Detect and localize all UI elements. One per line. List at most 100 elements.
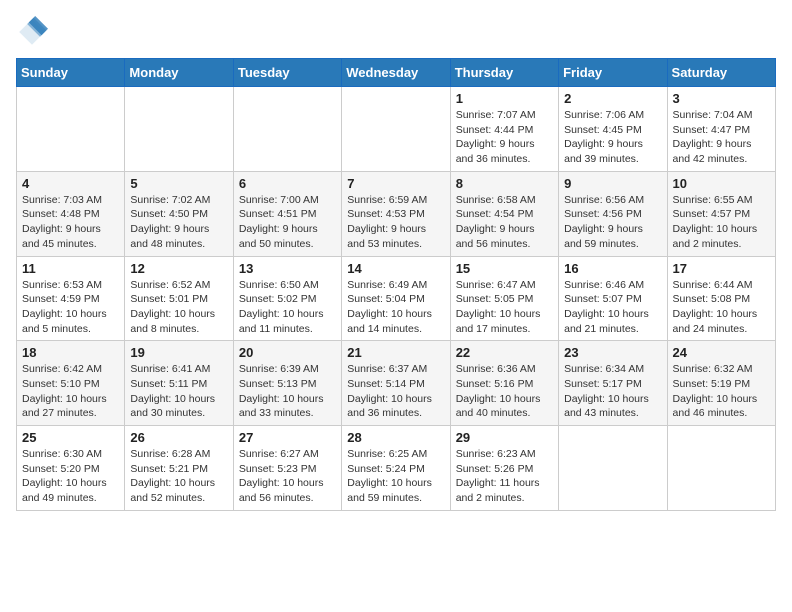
calendar-cell: 6 Sunrise: 7:00 AM Sunset: 4:51 PM Daylig… bbox=[233, 171, 341, 256]
day-info: Sunrise: 6:32 AM Sunset: 5:19 PM Dayligh… bbox=[673, 362, 770, 421]
calendar-cell: 5 Sunrise: 7:02 AM Sunset: 4:50 PM Daylig… bbox=[125, 171, 233, 256]
calendar-week: 25 Sunrise: 6:30 AM Sunset: 5:20 PM Dayli… bbox=[17, 426, 776, 511]
calendar-cell: 9Sunrise: 6:56 AM Sunset: 4:56 PM Daylig… bbox=[559, 171, 667, 256]
day-number: 26 bbox=[130, 430, 227, 445]
calendar-week: 11 Sunrise: 6:53 AM Sunset: 4:59 PM Dayli… bbox=[17, 256, 776, 341]
calendar-cell: 15 Sunrise: 6:47 AM Sunset: 5:05 PM Dayli… bbox=[450, 256, 558, 341]
weekday-header: Monday bbox=[125, 59, 233, 87]
day-info: Sunrise: 7:03 AM Sunset: 4:48 PM Dayligh… bbox=[22, 193, 119, 252]
calendar-cell: 29 Sunrise: 6:23 AM Sunset: 5:26 PM Dayli… bbox=[450, 426, 558, 511]
calendar-cell bbox=[233, 87, 341, 172]
day-info: Sunrise: 6:47 AM Sunset: 5:05 PM Dayligh… bbox=[456, 278, 553, 337]
day-info: Sunrise: 7:00 AM Sunset: 4:51 PM Dayligh… bbox=[239, 193, 336, 252]
day-number: 17 bbox=[673, 261, 770, 276]
day-info: Sunrise: 6:23 AM Sunset: 5:26 PM Dayligh… bbox=[456, 447, 553, 506]
calendar-cell: 23 Sunrise: 6:34 AM Sunset: 5:17 PM Dayli… bbox=[559, 341, 667, 426]
day-info: Sunrise: 6:36 AM Sunset: 5:16 PM Dayligh… bbox=[456, 362, 553, 421]
day-info: Sunrise: 6:58 AM Sunset: 4:54 PM Dayligh… bbox=[456, 193, 553, 252]
day-number: 22 bbox=[456, 345, 553, 360]
day-info: Sunrise: 6:53 AM Sunset: 4:59 PM Dayligh… bbox=[22, 278, 119, 337]
day-info: Sunrise: 6:42 AM Sunset: 5:10 PM Dayligh… bbox=[22, 362, 119, 421]
calendar-week: 1Sunrise: 7:07 AM Sunset: 4:44 PM Daylig… bbox=[17, 87, 776, 172]
day-number: 12 bbox=[130, 261, 227, 276]
day-info: Sunrise: 6:50 AM Sunset: 5:02 PM Dayligh… bbox=[239, 278, 336, 337]
day-number: 29 bbox=[456, 430, 553, 445]
calendar-cell: 26 Sunrise: 6:28 AM Sunset: 5:21 PM Dayli… bbox=[125, 426, 233, 511]
calendar-table: SundayMondayTuesdayWednesdayThursdayFrid… bbox=[16, 58, 776, 511]
day-info: Sunrise: 6:39 AM Sunset: 5:13 PM Dayligh… bbox=[239, 362, 336, 421]
weekday-header: Friday bbox=[559, 59, 667, 87]
day-info: Sunrise: 6:41 AM Sunset: 5:11 PM Dayligh… bbox=[130, 362, 227, 421]
weekday-header: Saturday bbox=[667, 59, 775, 87]
day-number: 2 bbox=[564, 91, 661, 106]
day-number: 4 bbox=[22, 176, 119, 191]
day-info: Sunrise: 6:46 AM Sunset: 5:07 PM Dayligh… bbox=[564, 278, 661, 337]
day-number: 25 bbox=[22, 430, 119, 445]
calendar-cell: 24 Sunrise: 6:32 AM Sunset: 5:19 PM Dayli… bbox=[667, 341, 775, 426]
calendar-cell bbox=[667, 426, 775, 511]
calendar-cell: 2 Sunrise: 7:06 AM Sunset: 4:45 PM Daylig… bbox=[559, 87, 667, 172]
calendar-week: 18 Sunrise: 6:42 AM Sunset: 5:10 PM Dayli… bbox=[17, 341, 776, 426]
weekday-header: Thursday bbox=[450, 59, 558, 87]
day-number: 27 bbox=[239, 430, 336, 445]
calendar-cell: 20 Sunrise: 6:39 AM Sunset: 5:13 PM Dayli… bbox=[233, 341, 341, 426]
logo-icon bbox=[16, 16, 48, 48]
day-number: 11 bbox=[22, 261, 119, 276]
weekday-header: Tuesday bbox=[233, 59, 341, 87]
calendar-cell: 28 Sunrise: 6:25 AM Sunset: 5:24 PM Dayli… bbox=[342, 426, 450, 511]
day-info: Sunrise: 6:44 AM Sunset: 5:08 PM Dayligh… bbox=[673, 278, 770, 337]
day-info: Sunrise: 6:28 AM Sunset: 5:21 PM Dayligh… bbox=[130, 447, 227, 506]
calendar-week: 4 Sunrise: 7:03 AM Sunset: 4:48 PM Daylig… bbox=[17, 171, 776, 256]
day-number: 6 bbox=[239, 176, 336, 191]
calendar-cell bbox=[17, 87, 125, 172]
calendar-cell: 7 Sunrise: 6:59 AM Sunset: 4:53 PM Daylig… bbox=[342, 171, 450, 256]
day-number: 13 bbox=[239, 261, 336, 276]
day-info: Sunrise: 6:49 AM Sunset: 5:04 PM Dayligh… bbox=[347, 278, 444, 337]
day-info: Sunrise: 6:59 AM Sunset: 4:53 PM Dayligh… bbox=[347, 193, 444, 252]
day-info: Sunrise: 7:02 AM Sunset: 4:50 PM Dayligh… bbox=[130, 193, 227, 252]
calendar-cell: 25 Sunrise: 6:30 AM Sunset: 5:20 PM Dayli… bbox=[17, 426, 125, 511]
calendar-cell: 16 Sunrise: 6:46 AM Sunset: 5:07 PM Dayli… bbox=[559, 256, 667, 341]
day-number: 10 bbox=[673, 176, 770, 191]
calendar-cell: 3Sunrise: 7:04 AM Sunset: 4:47 PM Daylig… bbox=[667, 87, 775, 172]
day-number: 3 bbox=[673, 91, 770, 106]
day-info: Sunrise: 6:30 AM Sunset: 5:20 PM Dayligh… bbox=[22, 447, 119, 506]
logo bbox=[16, 16, 52, 48]
day-number: 20 bbox=[239, 345, 336, 360]
day-info: Sunrise: 6:55 AM Sunset: 4:57 PM Dayligh… bbox=[673, 193, 770, 252]
day-number: 19 bbox=[130, 345, 227, 360]
day-number: 18 bbox=[22, 345, 119, 360]
day-info: Sunrise: 7:06 AM Sunset: 4:45 PM Dayligh… bbox=[564, 108, 661, 167]
calendar-cell bbox=[559, 426, 667, 511]
calendar-header: SundayMondayTuesdayWednesdayThursdayFrid… bbox=[17, 59, 776, 87]
calendar-cell: 1Sunrise: 7:07 AM Sunset: 4:44 PM Daylig… bbox=[450, 87, 558, 172]
calendar-cell: 8 Sunrise: 6:58 AM Sunset: 4:54 PM Daylig… bbox=[450, 171, 558, 256]
day-number: 5 bbox=[130, 176, 227, 191]
day-info: Sunrise: 6:27 AM Sunset: 5:23 PM Dayligh… bbox=[239, 447, 336, 506]
day-number: 7 bbox=[347, 176, 444, 191]
day-number: 8 bbox=[456, 176, 553, 191]
day-info: Sunrise: 6:56 AM Sunset: 4:56 PM Dayligh… bbox=[564, 193, 661, 252]
day-number: 28 bbox=[347, 430, 444, 445]
day-info: Sunrise: 6:25 AM Sunset: 5:24 PM Dayligh… bbox=[347, 447, 444, 506]
calendar-cell: 27 Sunrise: 6:27 AM Sunset: 5:23 PM Dayli… bbox=[233, 426, 341, 511]
calendar-cell: 13 Sunrise: 6:50 AM Sunset: 5:02 PM Dayli… bbox=[233, 256, 341, 341]
day-number: 16 bbox=[564, 261, 661, 276]
calendar-cell bbox=[342, 87, 450, 172]
day-info: Sunrise: 6:34 AM Sunset: 5:17 PM Dayligh… bbox=[564, 362, 661, 421]
day-number: 14 bbox=[347, 261, 444, 276]
weekday-header: Sunday bbox=[17, 59, 125, 87]
day-info: Sunrise: 6:52 AM Sunset: 5:01 PM Dayligh… bbox=[130, 278, 227, 337]
page-header bbox=[16, 16, 776, 48]
calendar-cell: 14 Sunrise: 6:49 AM Sunset: 5:04 PM Dayli… bbox=[342, 256, 450, 341]
day-number: 21 bbox=[347, 345, 444, 360]
calendar-cell: 21Sunrise: 6:37 AM Sunset: 5:14 PM Dayli… bbox=[342, 341, 450, 426]
weekday-header: Wednesday bbox=[342, 59, 450, 87]
day-number: 24 bbox=[673, 345, 770, 360]
calendar-cell: 11 Sunrise: 6:53 AM Sunset: 4:59 PM Dayli… bbox=[17, 256, 125, 341]
calendar-cell: 4 Sunrise: 7:03 AM Sunset: 4:48 PM Daylig… bbox=[17, 171, 125, 256]
calendar-cell: 12 Sunrise: 6:52 AM Sunset: 5:01 PM Dayli… bbox=[125, 256, 233, 341]
day-number: 15 bbox=[456, 261, 553, 276]
day-number: 23 bbox=[564, 345, 661, 360]
calendar-cell: 22 Sunrise: 6:36 AM Sunset: 5:16 PM Dayli… bbox=[450, 341, 558, 426]
